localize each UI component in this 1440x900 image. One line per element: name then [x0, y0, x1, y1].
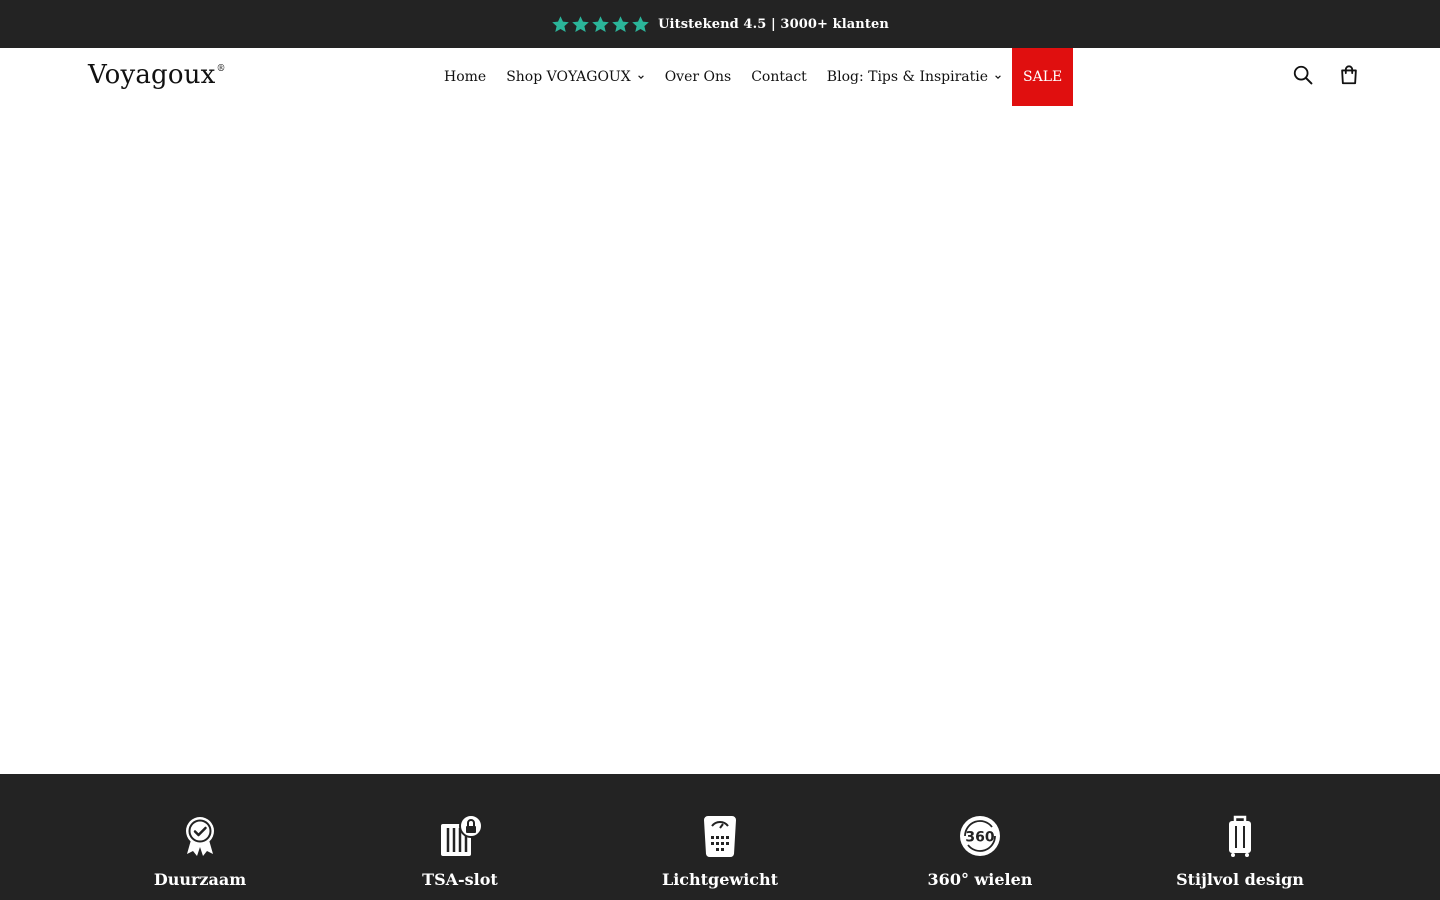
feature-label: Stijlvol design: [1176, 870, 1304, 889]
nav-item-label: Shop VOYAGOUX: [506, 69, 631, 85]
star-icon: [612, 15, 629, 32]
nav-item-label: SALE: [1023, 69, 1063, 85]
weight-scale-icon: [704, 816, 736, 858]
star-icon: [592, 15, 609, 32]
feature-label: Lichtgewicht: [661, 870, 779, 889]
nav-item-label: Contact: [751, 69, 807, 85]
search-icon[interactable]: [1292, 64, 1314, 86]
chevron-down-icon: [995, 75, 1001, 79]
nav-item-sale[interactable]: SALE: [1012, 48, 1074, 106]
logo-registered-mark: ®: [216, 64, 226, 74]
feature-item: Stijlvol design: [1110, 814, 1370, 900]
feature-item: TSA-slot: [330, 814, 590, 900]
svg-text:360: 360: [965, 830, 994, 846]
feature-item: 360 360° wielen: [850, 814, 1110, 900]
feature-label: Duurzaam: [153, 870, 247, 889]
header-actions: [1292, 64, 1360, 86]
nav-item-home[interactable]: Home: [434, 48, 496, 106]
features-bar: Duurzaam TSA-slot Lichtgewicht 360 360° …: [0, 774, 1440, 900]
site-logo[interactable]: Voyagoux ®: [88, 60, 226, 90]
nav-item-over-ons[interactable]: Over Ons: [655, 48, 742, 106]
announcement-bar: Uitstekend 4.5 | 3000+ klanten: [0, 0, 1440, 48]
main-nav: Home Shop VOYAGOUX Over Ons Contact Blog…: [434, 48, 1074, 106]
logo-text: Voyagoux: [88, 60, 216, 90]
suitcase-icon: [1229, 815, 1251, 857]
nav-item-label: Home: [444, 69, 487, 85]
site-header: Voyagoux ® Home Shop VOYAGOUX Over Ons C…: [0, 48, 1440, 106]
tsa-lock-icon: [441, 814, 482, 856]
nav-item-blog[interactable]: Blog: Tips & Inspiratie: [817, 48, 1012, 106]
chevron-down-icon: [637, 75, 644, 79]
feature-label: 360° wielen: [927, 870, 1033, 889]
nav-item-label: Blog: Tips & Inspiratie: [826, 69, 989, 85]
feature-item: Duurzaam: [70, 814, 330, 900]
feature-item: Lichtgewicht: [590, 814, 850, 900]
nav-item-shop[interactable]: Shop VOYAGOUX: [496, 48, 654, 106]
hero-section: [0, 106, 1440, 774]
nav-item-contact[interactable]: Contact: [741, 48, 817, 106]
rating-stars: [551, 15, 650, 34]
rotate-360-icon: 360: [960, 816, 1000, 856]
rating-text: Uitstekend 4.5 | 3000+ klanten: [658, 16, 889, 32]
star-icon: [572, 15, 589, 32]
award-ribbon-icon: [186, 817, 214, 856]
shopping-bag-icon[interactable]: [1338, 64, 1360, 86]
feature-label: TSA-slot: [422, 870, 498, 889]
nav-item-label: Over Ons: [664, 69, 732, 85]
star-icon: [632, 15, 649, 32]
star-icon: [552, 15, 569, 32]
